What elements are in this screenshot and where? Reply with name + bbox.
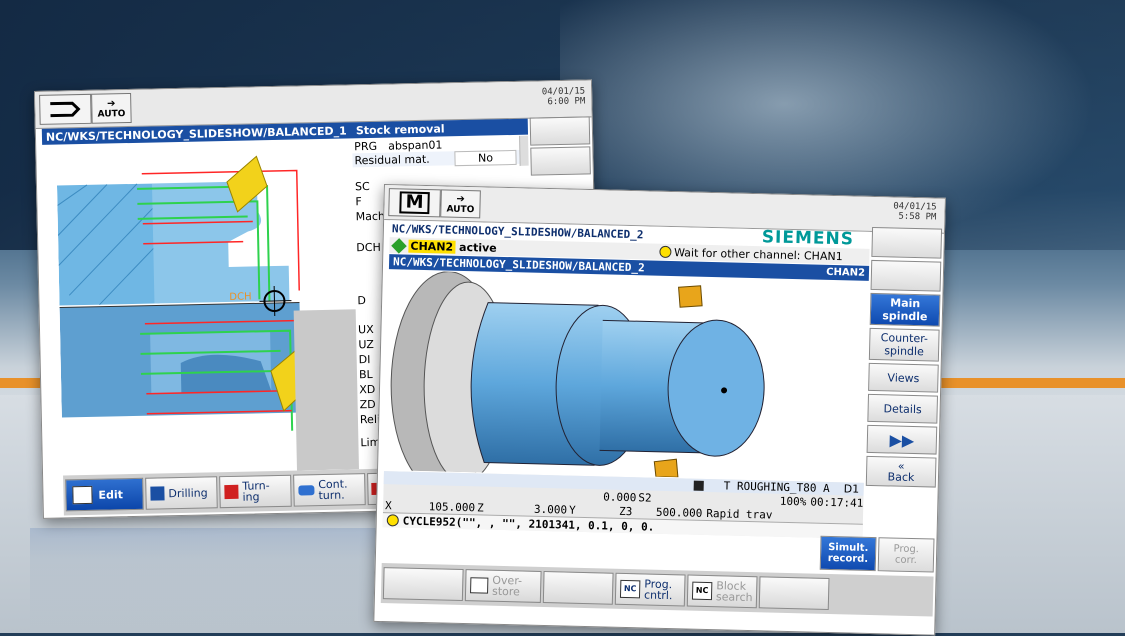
mode-auto: ➔ AUTO — [440, 189, 481, 219]
block-search-softkey[interactable]: NC Block search — [686, 574, 758, 609]
vsoftkey-2[interactable] — [870, 259, 942, 292]
program-line: CYCLE952("", , "", 2101341, 0.1, 0, 0. — [402, 514, 655, 534]
dch-label: DCH — [229, 291, 251, 302]
drilling-icon — [150, 486, 165, 501]
forward-icon[interactable]: ▶▶ — [866, 424, 938, 455]
param-label: SC — [354, 179, 370, 194]
turning-icon — [224, 484, 239, 500]
x-value: 105.000 — [428, 499, 476, 514]
cycle-title: Stock removal — [355, 121, 445, 137]
channel-name: CHAN2 — [408, 239, 456, 254]
y-value: 0.000 — [603, 489, 637, 504]
contour-turning-softkey[interactable]: Cont. turn. — [293, 473, 366, 507]
s2-label: S2 — [638, 490, 652, 505]
vsoftkey-1[interactable] — [529, 116, 591, 146]
main-spindle-softkey[interactable]: Main spindle — [869, 292, 941, 327]
vsoftkey-2[interactable] — [530, 146, 591, 176]
mode-auto: ➔ AUTO — [91, 92, 132, 124]
3d-simulation-view — [384, 270, 869, 482]
views-softkey[interactable]: Views — [868, 362, 939, 393]
turning-softkey[interactable]: Turn- ing — [219, 474, 292, 509]
program-line-icon — [386, 514, 399, 527]
scrollbar[interactable] — [519, 135, 529, 166]
extra-softkeys: Simult. record. Prog. corr. — [819, 535, 935, 573]
prg-value[interactable]: abspan01 — [384, 138, 442, 152]
feed-mode: Rapid trav — [706, 506, 773, 522]
overstore-icon — [470, 577, 489, 594]
param-label: Mach — [355, 209, 386, 224]
position-status-area: T ROUGHING_T80 A D1 0.000 S2 100% 00:17:… — [382, 471, 864, 539]
z3-label: Z3 — [618, 504, 633, 518]
edit-softkey[interactable]: Edit — [65, 477, 144, 512]
path-channel: CHAN2 — [826, 266, 866, 279]
vertical-softkeys: Main spindle Counter- spindle Views Deta… — [865, 226, 943, 491]
channel-ok-icon — [391, 237, 407, 254]
hsoftkey-6[interactable] — [758, 576, 830, 610]
time-text: 6:00 PM — [547, 96, 586, 108]
edit-icon — [72, 485, 93, 505]
drilling-softkey[interactable]: Drilling — [145, 476, 218, 510]
residual-value[interactable]: No — [454, 149, 517, 166]
machine-m-icon[interactable]: M — [388, 188, 441, 218]
machine-area-icon[interactable] — [39, 93, 92, 125]
prog-cntrl-softkey[interactable]: NC Prog. cntrl. — [614, 572, 686, 607]
param-row: Residual mat. No — [352, 149, 529, 168]
overstore-softkey[interactable]: Over- store — [464, 569, 542, 603]
nc-search-icon: NC — [691, 581, 713, 601]
nc-prog-icon: NC — [619, 579, 641, 599]
horizontal-softkeys: Over- store NC Prog. cntrl. NC Block sea… — [380, 563, 934, 617]
time-text: 5:58 PM — [898, 211, 937, 223]
prog-corr-softkey[interactable]: Prog. corr. — [877, 537, 935, 573]
vertical-softkeys — [529, 116, 591, 176]
counter-spindle-softkey[interactable]: Counter- spindle — [868, 327, 940, 362]
param-label: F — [355, 195, 362, 209]
d-number: D1 — [843, 482, 860, 496]
clock: 04/01/15 5:58 PM — [893, 201, 937, 222]
vsoftkey-1[interactable] — [871, 226, 943, 259]
wait-message: Wait for other channel: CHAN1 — [673, 245, 843, 263]
spindle-speed: 500.000 — [655, 505, 703, 520]
z-value: 3.000 — [533, 502, 568, 517]
run-time: 00:17:41 — [810, 495, 864, 510]
z-label: Z — [476, 500, 484, 515]
contour-graphic: DCH — [56, 138, 377, 476]
hsoftkey-1[interactable] — [382, 567, 464, 602]
simult-record-softkey[interactable]: Simult. record. — [819, 535, 877, 572]
override: 100% — [779, 494, 807, 508]
wait-icon — [658, 245, 672, 259]
contour-turning-icon — [298, 485, 315, 496]
hsoftkey-3[interactable] — [542, 571, 614, 605]
x-label: X — [384, 498, 392, 512]
details-softkey[interactable]: Details — [867, 393, 938, 424]
tool-icon — [693, 480, 704, 491]
clock: 04/01/15 6:00 PM — [542, 86, 586, 107]
hmi-panel-2: M ➔ AUTO 04/01/15 5:58 PM NC/WKS/TECHNOL… — [373, 184, 946, 636]
back-softkey[interactable]: « Back — [865, 455, 937, 488]
y-label: Y — [568, 503, 576, 517]
